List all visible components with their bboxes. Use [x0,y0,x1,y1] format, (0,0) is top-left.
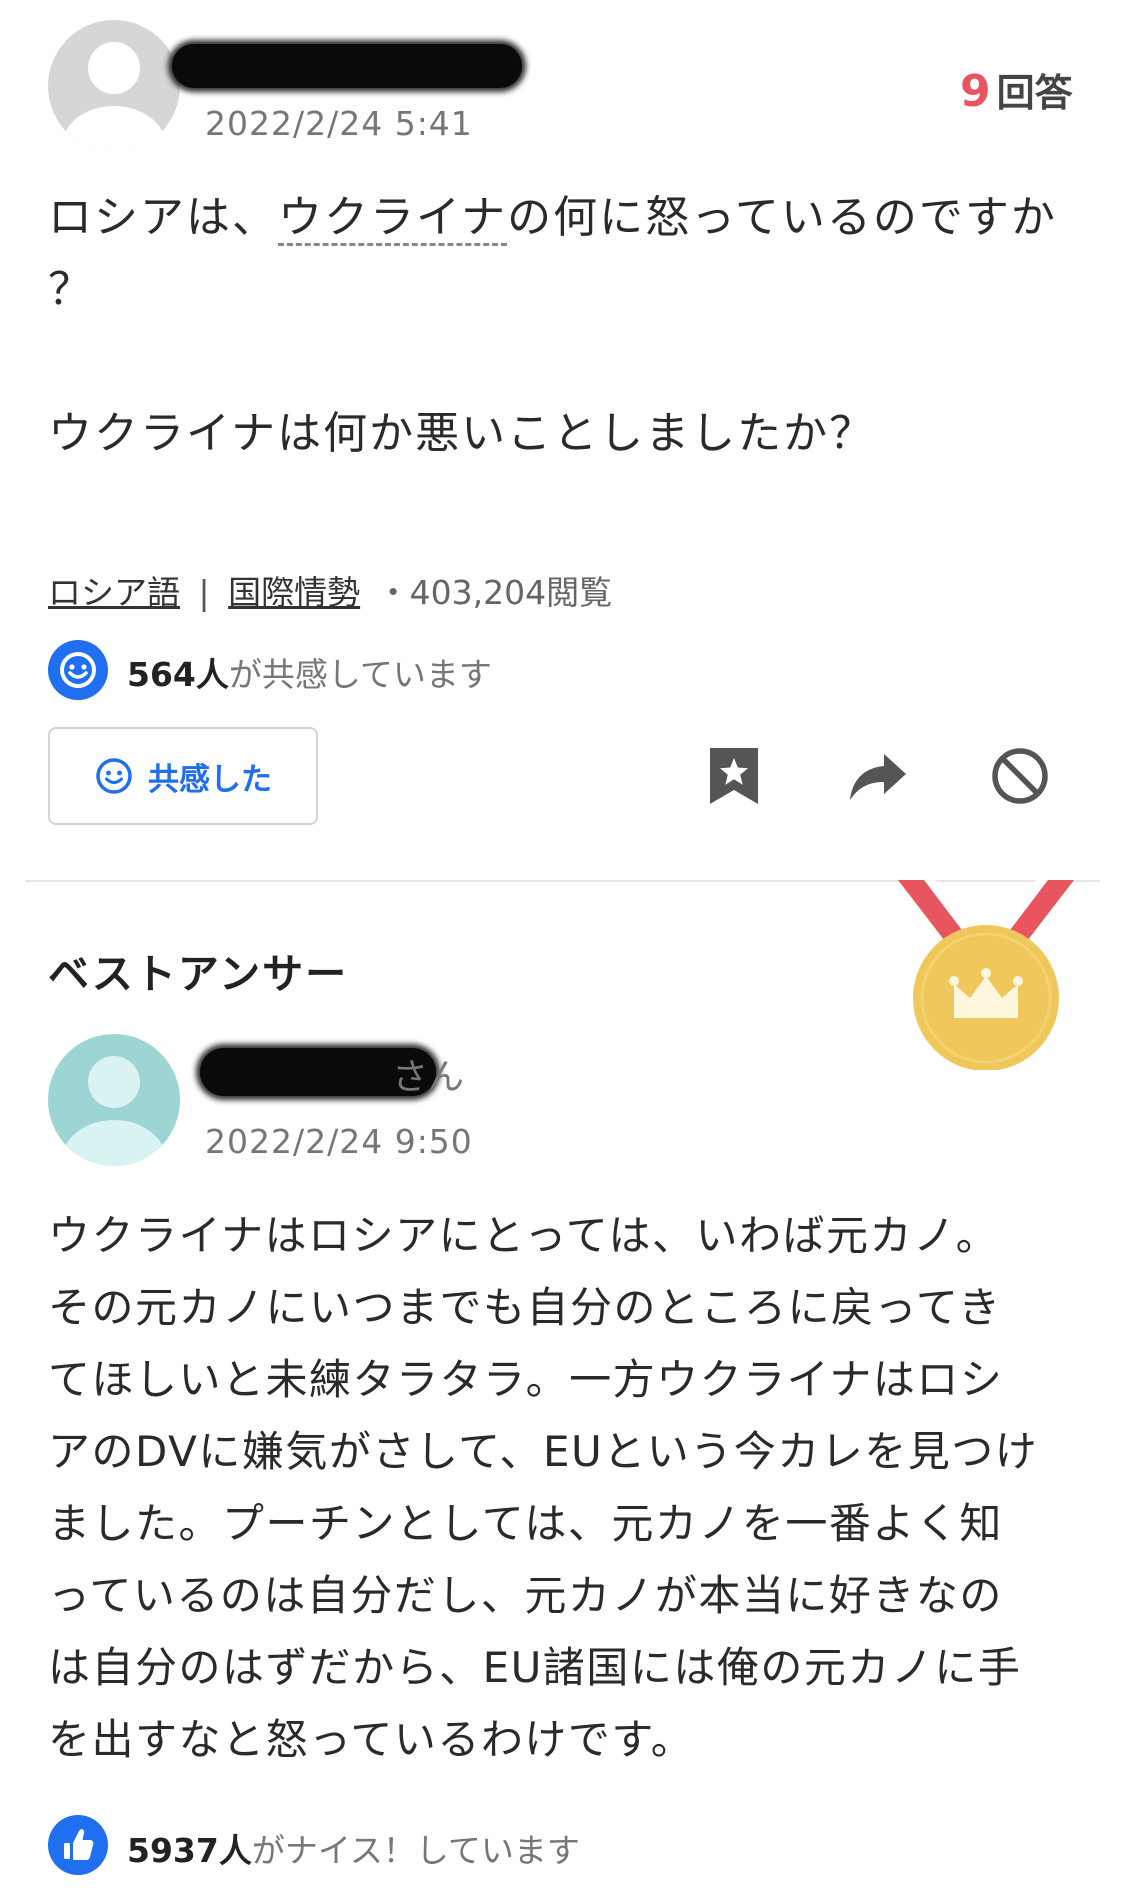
empathy-button-label: 共感した [148,761,272,798]
answerer-avatar[interactable] [48,1034,180,1166]
answer-date: 2022/2/24 9:50 [205,1122,473,1161]
gold-medal-crown-icon [898,880,1074,1070]
empathy-icon-badge [48,640,108,700]
nice-count-text: 5937人がナイス！しています [127,1824,580,1872]
answer-line: てほしいと未練タラタラ。一方ウクライナはロシ [48,1355,1004,1404]
answer-line: は自分のはずだから、EU諸国には俺の元カノに手 [48,1643,1022,1692]
thumbs-up-badge [48,1815,108,1875]
question-line-2: ？ [48,264,94,315]
answer-count[interactable]: 9 回答 [960,62,1073,117]
category-link-russian[interactable]: ロシア語 [48,573,180,612]
answer-line: を出すなと怒っているわけです。 [48,1715,695,1764]
empathy-count-text: 564人が共感しています [127,648,492,696]
answer-count-label: 回答 [996,71,1073,115]
view-count: ・403,204閲覧 [376,573,613,612]
bookmark-star-icon[interactable] [706,746,762,808]
question-text: ロシアは、ウクライナの何に怒っているのですか ？ ウクライナは何か悪いことしまし… [48,182,1088,470]
empathy-button[interactable]: 共感した [48,727,318,825]
answer-line: っているのは自分だし、元カノが本当に好きなの [48,1571,1003,1620]
redacted-username [172,44,522,88]
question-line-3: ウクライナは何か悪いことしましたか？ [48,408,876,459]
question-line-1: ロシアは、ウクライナの何に怒っているのですか [48,182,1088,254]
questioner-avatar[interactable] [48,20,180,152]
category-separator: | [198,573,210,612]
share-arrow-icon[interactable] [848,752,908,802]
answer-text: ウクライナはロシアにとっては、いわば元カノ。 その元カノにいつまでも自分のところ… [48,1200,1098,1776]
nice-count: 5937人 [127,1831,252,1870]
smile-icon [96,758,132,794]
block-icon[interactable] [990,746,1050,806]
keyword-link-ukraine[interactable]: ウクライナ [278,192,508,246]
answer-count-number: 9 [960,66,991,117]
answer-line: アのDVに嫌気がさして、EUという今カレを見つけ [48,1427,1039,1476]
empathy-count: 564人 [127,655,229,694]
nice-suffix: がナイス！しています [251,1831,580,1870]
answer-line: ウクライナはロシアにとっては、いわば元カノ。 [48,1211,1000,1260]
smile-icon [60,652,96,688]
empathy-suffix: が共感しています [228,655,492,694]
answerer-name-suffix: さん [392,1057,465,1098]
question-meta: ロシア語 | 国際情勢 ・403,204閲覧 [48,566,612,614]
thumbs-up-icon [64,1829,94,1860]
answer-line: ました。プーチンとしては、元カノを一番よく知 [48,1499,1003,1548]
answer-line: その元カノにいつまでも自分のところに戻ってき [48,1283,1002,1332]
category-link-international[interactable]: 国際情勢 [228,573,360,612]
best-answer-heading: ベストアンサー [48,950,349,998]
question-date: 2022/2/24 5:41 [205,104,473,143]
